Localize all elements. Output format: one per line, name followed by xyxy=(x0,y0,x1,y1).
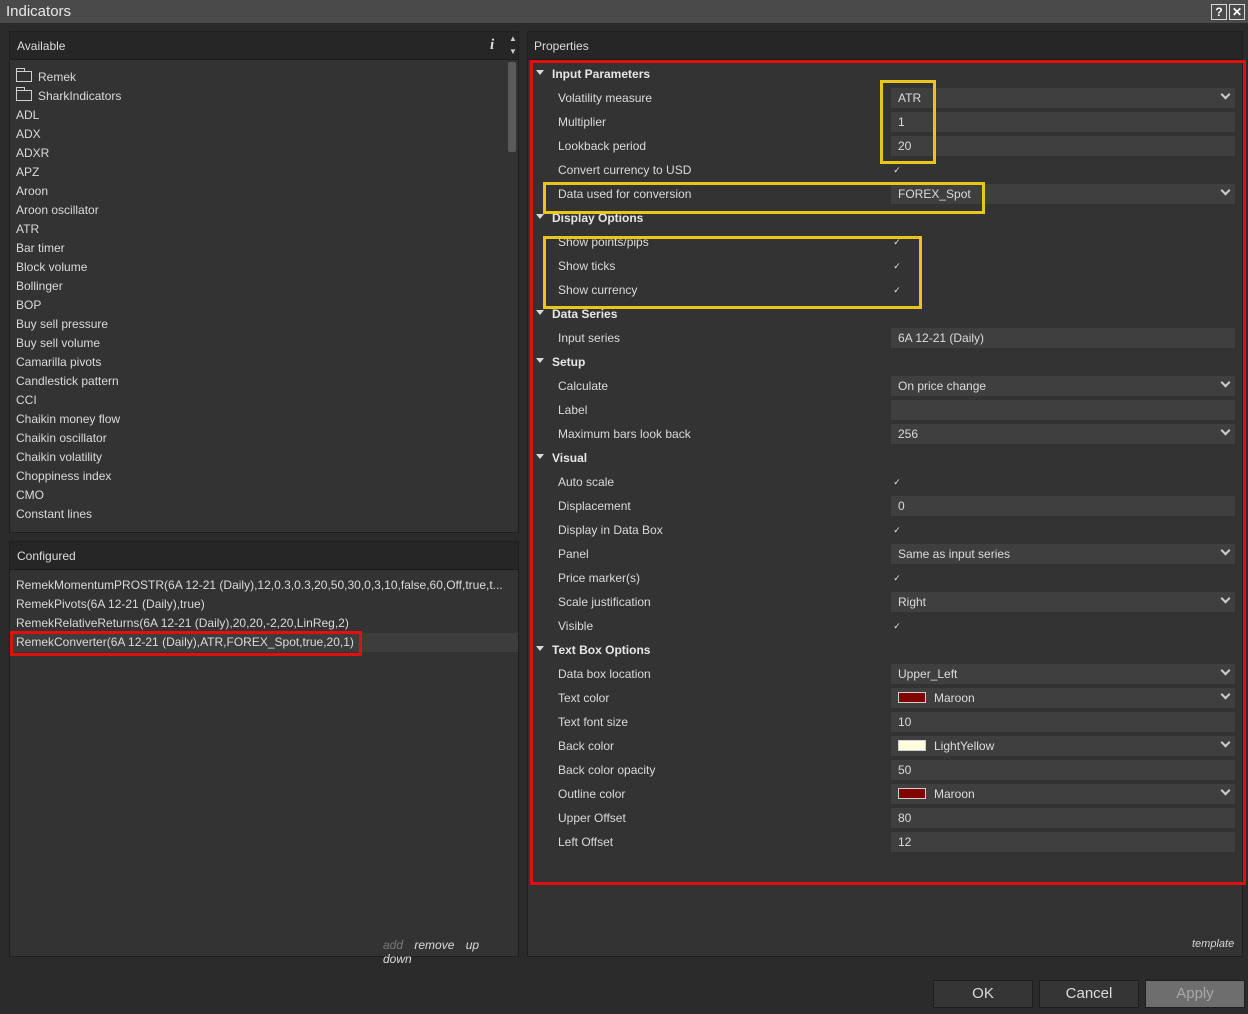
close-icon[interactable]: ✕ xyxy=(1229,4,1245,20)
scroll-down-icon[interactable]: ▼ xyxy=(508,46,518,58)
available-scrollbar[interactable] xyxy=(508,62,516,152)
available-panel: Available i ▲ ▼ Remek SharkIndicators ADL A… xyxy=(9,31,519,533)
indicator-item[interactable]: Aroon oscillator xyxy=(10,201,505,220)
indicator-item[interactable]: Bar timer xyxy=(10,239,505,258)
display-options-highlight xyxy=(543,236,922,309)
indicator-item[interactable]: Candlestick pattern xyxy=(10,372,505,391)
indicator-item[interactable]: Bollinger xyxy=(10,277,505,296)
folder-item[interactable]: SharkIndicators xyxy=(10,87,505,106)
configured-item[interactable]: RemekPivots(6A 12-21 (Daily),true) xyxy=(10,595,518,614)
selected-indicator-highlight xyxy=(10,631,362,656)
title-bar: Indicators ? ✕ xyxy=(0,0,1248,24)
available-header: Available xyxy=(10,32,518,60)
configured-actions: add remove up down xyxy=(375,938,518,966)
properties-header: Properties xyxy=(528,32,1242,60)
indicator-item[interactable]: Buy sell volume xyxy=(10,334,505,353)
indicator-item[interactable]: Chaikin oscillator xyxy=(10,429,505,448)
add-button[interactable]: add xyxy=(383,938,403,952)
apply-button[interactable]: Apply xyxy=(1145,980,1245,1008)
folder-item[interactable]: Remek xyxy=(10,68,505,87)
folder-icon xyxy=(16,87,32,101)
info-icon[interactable]: i xyxy=(490,37,494,54)
folder-icon xyxy=(16,68,32,82)
indicator-item[interactable]: Choppiness index xyxy=(10,467,505,486)
window-title: Indicators xyxy=(6,3,72,20)
ok-button[interactable]: OK xyxy=(933,980,1033,1008)
configured-header: Configured xyxy=(10,542,518,570)
available-list: Remek SharkIndicators ADL ADX ADXR APZ Aroon Ar… xyxy=(10,68,505,524)
remove-button[interactable]: remove xyxy=(414,938,454,952)
indicator-item[interactable]: CMO xyxy=(10,486,505,505)
indicator-item[interactable]: Constant lines xyxy=(10,505,505,524)
indicator-item[interactable]: ATR xyxy=(10,220,505,239)
indicator-item[interactable]: Camarilla pivots xyxy=(10,353,505,372)
conversion-highlight xyxy=(543,182,985,214)
input-values-highlight xyxy=(880,80,936,164)
indicator-item[interactable]: Block volume xyxy=(10,258,505,277)
indicator-item[interactable]: ADX xyxy=(10,125,505,144)
indicator-item[interactable]: APZ xyxy=(10,163,505,182)
indicator-item[interactable]: Chaikin money flow xyxy=(10,410,505,429)
indicator-item[interactable]: BOP xyxy=(10,296,505,315)
folder-label: Remek xyxy=(38,70,77,84)
cancel-button[interactable]: Cancel xyxy=(1039,980,1139,1008)
up-button[interactable]: up xyxy=(466,938,479,952)
help-icon[interactable]: ? xyxy=(1211,4,1227,20)
down-button[interactable]: down xyxy=(383,952,412,966)
indicator-item[interactable]: Chaikin volatility xyxy=(10,448,505,467)
indicator-item[interactable]: Buy sell pressure xyxy=(10,315,505,334)
scroll-up-icon[interactable]: ▲ xyxy=(508,33,518,45)
indicator-item[interactable]: ADL xyxy=(10,106,505,125)
configured-panel: Configured RemekMomentumPROSTR(6A 12-21 … xyxy=(9,541,519,966)
indicator-item[interactable]: ADXR xyxy=(10,144,505,163)
configured-item[interactable]: RemekMomentumPROSTR(6A 12-21 (Daily),12,… xyxy=(10,576,518,595)
template-link[interactable]: template xyxy=(1192,938,1234,950)
indicator-item[interactable]: CCI xyxy=(10,391,505,410)
indicator-item[interactable]: Aroon xyxy=(10,182,505,201)
folder-label: SharkIndicators xyxy=(38,89,122,103)
